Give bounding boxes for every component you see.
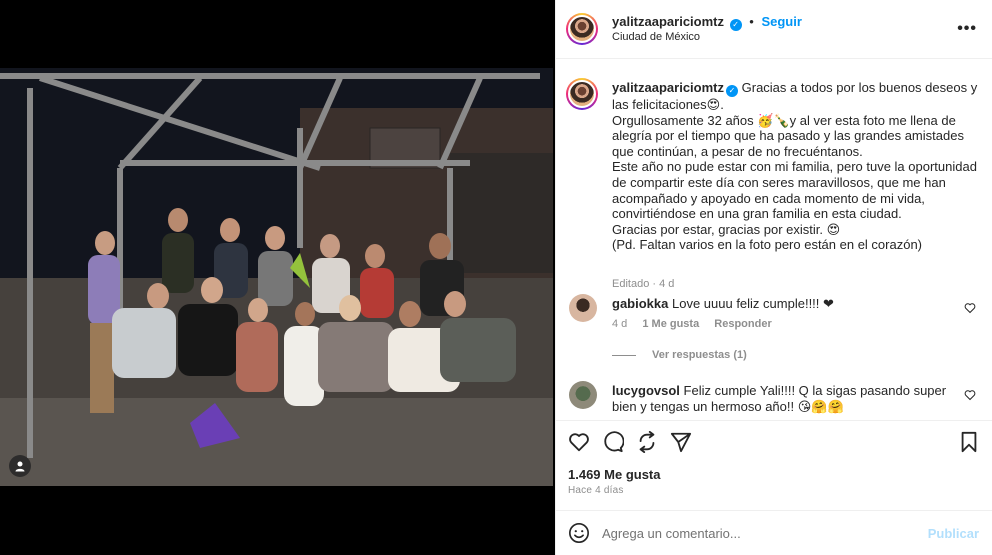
verified-badge-icon: ✓ (729, 19, 742, 31)
caption-meta: Editado · 4 d (612, 278, 675, 290)
comment-meta: 4 d 1 Me gusta Responder (612, 318, 784, 330)
commenter-username[interactable]: gabiokka (612, 296, 668, 311)
post-panel: yalitzaapariciomtz ✓ • Seguir Ciudad de … (555, 0, 992, 555)
share-icon[interactable] (636, 431, 658, 453)
comment-input[interactable] (602, 519, 902, 547)
user-tag-icon (15, 461, 25, 472)
commenter-username[interactable]: lucygovsol (612, 383, 680, 398)
post-time-ago[interactable]: Hace 4 días (568, 485, 624, 496)
commenter-avatar[interactable] (569, 294, 597, 322)
more-options-icon[interactable]: ••• (957, 20, 977, 38)
comment-likes[interactable]: 1 Me gusta (642, 318, 699, 330)
post-header: yalitzaapariciomtz ✓ • Seguir Ciudad de … (556, 0, 992, 59)
add-comment-bar: Publicar (556, 510, 992, 555)
header-user-row: yalitzaapariciomtz ✓ • Seguir (612, 14, 802, 31)
emoji-icon[interactable] (568, 522, 590, 544)
group-photo-illustration (0, 68, 553, 486)
caption-avatar[interactable] (566, 78, 598, 110)
comment-body: gabiokka Love uuuu feliz cumple!!!! ❤ (612, 296, 952, 312)
view-replies-label: Ver respuestas (1) (652, 349, 747, 361)
bookmark-icon[interactable] (959, 431, 979, 453)
caption-text-block: yalitzaapariciomtz ✓ Gracias a todos por … (612, 80, 984, 253)
caption-text: Gracias a todos por los buenos deseos y … (612, 80, 978, 253)
heart-icon[interactable] (568, 431, 590, 453)
likes-count[interactable]: 1.469 Me gusta (568, 467, 661, 482)
comments-section[interactable]: yalitzaapariciomtz ✓ Gracias a todos por … (556, 60, 992, 420)
post-actions (556, 420, 992, 460)
send-icon[interactable] (670, 431, 692, 453)
view-replies-button[interactable]: Ver respuestas (1) (612, 349, 747, 361)
user-tag-button[interactable] (9, 455, 31, 477)
publish-button[interactable]: Publicar (928, 526, 979, 541)
post-media (0, 0, 555, 555)
replies-divider-line (612, 354, 636, 356)
comment-body: lucygovsol Feliz cumple Yali!!!! Q la si… (612, 383, 952, 415)
separator-dot: • (749, 14, 754, 29)
comment-like-heart-icon[interactable] (964, 389, 976, 401)
caption-time[interactable]: 4 d (659, 278, 674, 290)
post-location[interactable]: Ciudad de México (612, 31, 700, 43)
verified-badge-icon: ✓ (726, 85, 738, 97)
comment-text: Love uuuu feliz cumple!!!! ❤ (671, 296, 834, 311)
author-avatar[interactable] (566, 13, 598, 45)
commenter-avatar[interactable] (569, 381, 597, 409)
caption-username[interactable]: yalitzaapariciomtz (612, 80, 724, 95)
comment-icon[interactable] (602, 431, 624, 453)
comment-time[interactable]: 4 d (612, 318, 627, 330)
comment-like-heart-icon[interactable] (964, 302, 976, 314)
follow-button[interactable]: Seguir (761, 14, 801, 29)
group-photo (0, 68, 553, 486)
reply-button[interactable]: Responder (714, 318, 771, 330)
edited-label: Editado (612, 278, 650, 290)
author-username[interactable]: yalitzaapariciomtz (612, 14, 724, 29)
